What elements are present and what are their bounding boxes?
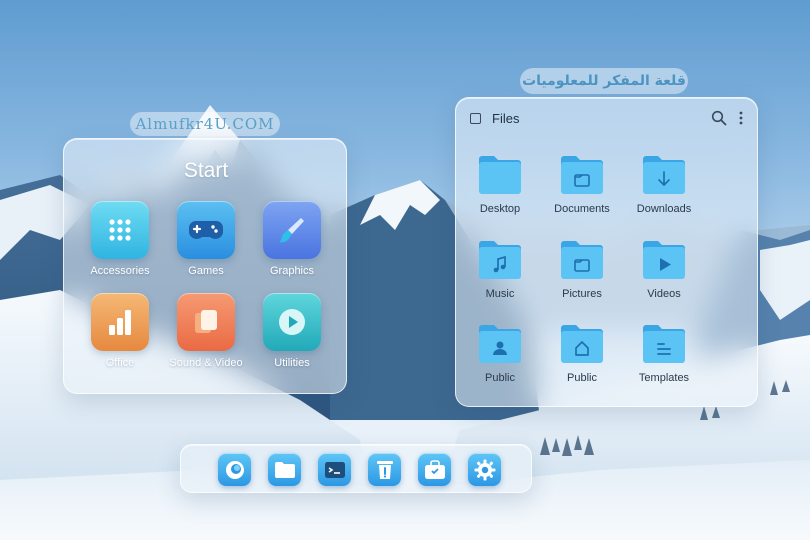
play-icon	[263, 293, 321, 351]
folder-label: Videos	[647, 288, 681, 300]
folder-desktop[interactable]: Desktop	[457, 153, 543, 233]
folder-label: Music	[485, 288, 515, 300]
app-label: Sound & Video	[169, 357, 243, 369]
folder-templates[interactable]: Templates	[621, 322, 707, 402]
app-sound-video[interactable]: Sound & Video	[163, 293, 249, 383]
app-graphics[interactable]: Graphics	[249, 201, 335, 291]
app-games[interactable]: Games	[163, 201, 249, 291]
app-accessories[interactable]: Accessories	[77, 201, 163, 291]
folder-music[interactable]: Music	[457, 238, 543, 318]
store-icon[interactable]	[418, 453, 451, 486]
folder-home-icon	[561, 325, 603, 363]
folder-pictures[interactable]: Pictures	[539, 238, 625, 318]
app-label: Utilities	[274, 357, 310, 369]
search-icon[interactable]	[711, 110, 727, 126]
folder-videos[interactable]: Videos	[621, 238, 707, 318]
app-office[interactable]: Office	[77, 293, 163, 383]
folder-label: Pictures	[562, 288, 602, 300]
folder-public-user-icon	[479, 325, 521, 363]
folder-templates-icon	[643, 325, 685, 363]
file-manager-header: Files	[456, 98, 759, 140]
settings-icon[interactable]	[468, 453, 501, 486]
folder-label: Desktop	[479, 203, 521, 215]
folder-public[interactable]: Public	[539, 322, 625, 402]
app-label: Accessories	[90, 265, 150, 277]
folder-downloads[interactable]: Downloads	[621, 153, 707, 233]
dock	[180, 444, 532, 493]
folder-icon	[479, 156, 521, 194]
folder-label: Public	[567, 372, 597, 384]
window-title: Files	[492, 111, 520, 126]
files-icon[interactable]	[268, 453, 301, 486]
folder-downloads-icon	[643, 156, 685, 194]
folder-public[interactable]: Public	[457, 322, 543, 402]
folder-label: Downloads	[636, 203, 692, 215]
folder-documents[interactable]: Documents	[539, 153, 625, 233]
terminal-icon[interactable]	[318, 453, 351, 486]
watermark-latin: Almufkr4U.COM	[130, 112, 280, 136]
brush-icon	[263, 201, 321, 259]
select-checkbox[interactable]	[470, 113, 481, 124]
app-label: Graphics	[269, 265, 315, 277]
app-label: Games	[188, 265, 224, 277]
gamepad-icon	[177, 201, 235, 259]
folder-music-icon	[479, 241, 521, 279]
file-manager-window: Files Desktop Documents Downloads Music Pict…	[455, 97, 758, 407]
app-label: Office	[105, 357, 135, 369]
start-menu-title: Start	[183, 159, 229, 182]
app-utilities[interactable]: Utilities	[249, 293, 335, 383]
folder-pictures-icon	[561, 241, 603, 279]
bar-chart-icon	[91, 293, 149, 351]
folder-documents-icon	[561, 156, 603, 194]
watermark-arabic: قلعة المفكر للمعلوميات	[520, 68, 688, 94]
folder-label: Public	[485, 372, 515, 384]
trash-icon[interactable]	[368, 453, 401, 486]
grid-icon	[91, 201, 149, 259]
more-options-icon[interactable]	[735, 110, 747, 126]
start-menu-panel: Start Accessories Games Graphics Office …	[63, 138, 347, 394]
browser-icon[interactable]	[218, 453, 251, 486]
folder-label: Templates	[638, 372, 690, 384]
folder-label: Documents	[554, 203, 610, 215]
media-icon	[177, 293, 235, 351]
folder-videos-icon	[643, 241, 685, 279]
